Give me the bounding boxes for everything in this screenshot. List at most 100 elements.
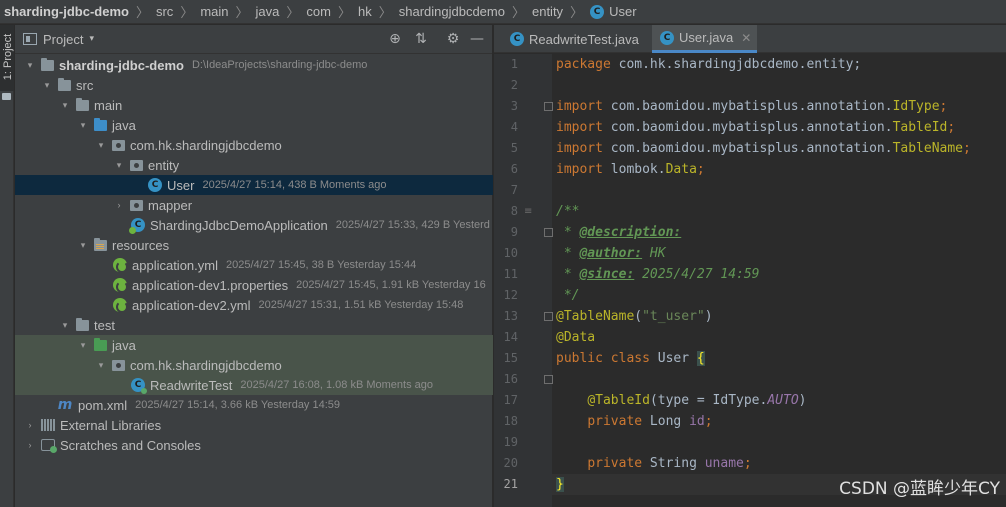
- chevron-right-icon[interactable]: ›: [114, 200, 124, 210]
- breadcrumb-separator: 〉: [378, 6, 392, 21]
- chevron-down-icon[interactable]: ▾: [25, 60, 35, 71]
- code-text: com.baomidou.mybatisplus.annotation.: [602, 141, 893, 156]
- tree-item-java-main[interactable]: ▾ java: [15, 115, 493, 135]
- chevron-down-icon[interactable]: ▾: [89, 34, 94, 44]
- scratches-icon: [41, 439, 57, 453]
- hide-panel-icon[interactable]: —: [469, 31, 485, 47]
- breadcrumb-separator: 〉: [286, 6, 300, 21]
- annotation: @TableId: [587, 393, 650, 408]
- tree-item-project-root[interactable]: ▾ sharding-jdbc-demo D:\IdeaProjects\sha…: [15, 55, 493, 75]
- gear-icon[interactable]: ⚙: [445, 31, 461, 47]
- code-text: (: [634, 309, 643, 324]
- close-icon[interactable]: ✕: [741, 31, 751, 45]
- tree-item-scratches[interactable]: › Scratches and Consoles: [15, 435, 493, 455]
- breadcrumb-java[interactable]: java: [256, 4, 280, 19]
- maven-icon: m: [57, 397, 73, 413]
- tree-item-test[interactable]: ▾ test: [15, 315, 493, 335]
- tree-item-meta: 2025/4/27 15:33, 429 B Yesterd: [335, 219, 490, 231]
- breadcrumb-main[interactable]: main: [200, 4, 228, 19]
- chevron-down-icon[interactable]: ▾: [60, 320, 70, 331]
- code-text: com.baomidou.mybatisplus.annotation.: [602, 120, 893, 135]
- tree-item-entity[interactable]: ▾ entity: [15, 155, 493, 175]
- locate-icon[interactable]: ⊕: [387, 31, 403, 47]
- chevron-down-icon[interactable]: ▾: [96, 360, 106, 371]
- code-area[interactable]: package com.hk.shardingjdbcdemo.entity; …: [552, 54, 1006, 507]
- chevron-down-icon[interactable]: ▾: [78, 120, 88, 131]
- tree-item-application-yml[interactable]: application.yml 2025/4/27 15:45, 38 B Ye…: [15, 255, 493, 275]
- source-folder-icon: [94, 117, 107, 131]
- breadcrumb-shardingjdbcdemo[interactable]: shardingjdbcdemo: [399, 4, 505, 19]
- tree-item-user[interactable]: C User 2025/4/27 15:14, 438 B Moments ag…: [15, 175, 493, 195]
- project-panel: Project ▾ ⊕ ⇅ ⚙ — ▾ sharding-jdbc-demo D…: [15, 25, 493, 507]
- line-number: 2: [510, 78, 518, 92]
- tree-item-java-test[interactable]: ▾ java: [15, 335, 493, 355]
- tab-user[interactable]: C User.java ✕: [652, 25, 758, 53]
- chevron-down-icon[interactable]: ▾: [60, 100, 70, 111]
- tree-item-label: main: [94, 97, 123, 113]
- breadcrumb-separator: 〉: [180, 6, 194, 21]
- code-text: ;: [696, 162, 705, 177]
- line-number: 6: [510, 162, 518, 176]
- tree-item-resources[interactable]: ▾ resources: [15, 235, 493, 255]
- tree-item-src[interactable]: ▾ src: [15, 75, 493, 95]
- class-ref: IdType: [892, 99, 940, 114]
- tree-item-application-dev2[interactable]: application-dev2.yml 2025/4/27 15:31, 1.…: [15, 295, 493, 315]
- chevron-down-icon[interactable]: ▾: [114, 160, 124, 171]
- breadcrumb-entity[interactable]: entity: [532, 4, 563, 19]
- code-text: Long: [642, 414, 690, 429]
- annotation: @TableName: [556, 309, 635, 324]
- line-number: 16: [503, 372, 518, 386]
- project-tool-button[interactable]: 1: Project: [0, 25, 14, 91]
- keyword: public class: [556, 351, 650, 366]
- tree-item-external-libraries[interactable]: › External Libraries: [15, 415, 493, 435]
- tree-item-package-test[interactable]: ▾ com.hk.shardingjdbcdemo: [15, 355, 493, 375]
- line-number: 21: [503, 477, 518, 491]
- code-line: * @since: 2025/4/27 14:59: [552, 264, 1006, 285]
- project-view-selector[interactable]: Project: [43, 32, 83, 47]
- chevron-right-icon[interactable]: ›: [25, 440, 35, 450]
- tree-item-package-main[interactable]: ▾ com.hk.shardingjdbcdemo: [15, 135, 493, 155]
- chevron-down-icon[interactable]: ▾: [78, 340, 88, 351]
- tree-item-mapper[interactable]: › mapper: [15, 195, 493, 215]
- brace: }: [556, 477, 564, 492]
- breadcrumb-src[interactable]: src: [156, 4, 173, 19]
- code-text: ;: [743, 456, 752, 471]
- code-text: User: [649, 351, 697, 366]
- chevron-down-icon[interactable]: ▾: [42, 80, 52, 91]
- tree-item-label: External Libraries: [60, 417, 162, 433]
- chevron-right-icon[interactable]: ›: [25, 420, 35, 430]
- code-line: * @description:: [552, 222, 1006, 243]
- breadcrumb-project[interactable]: sharding-jdbc-demo: [4, 4, 129, 19]
- annotation: @Data: [556, 330, 596, 345]
- tree-item-label: com.hk.shardingjdbcdemo: [130, 357, 282, 373]
- collapse-all-icon[interactable]: ⇅: [413, 31, 429, 47]
- tree-item-label: ReadwriteTest: [150, 377, 233, 393]
- breadcrumb-separator: 〉: [337, 6, 351, 21]
- tree-item-main[interactable]: ▾ main: [15, 95, 493, 115]
- tab-readwritetest[interactable]: C ReadwriteTest.java: [502, 25, 645, 53]
- package-icon: [130, 199, 143, 211]
- tree-item-application-class[interactable]: C ShardingJdbcDemoApplication 2025/4/27 …: [15, 215, 493, 235]
- tree-item-label: User: [167, 177, 195, 193]
- chevron-down-icon[interactable]: ▾: [96, 140, 106, 151]
- tree-item-label: application-dev1.properties: [132, 277, 289, 293]
- doc-render-icon[interactable]: ≡: [524, 206, 532, 217]
- tree-item-readwrite-test[interactable]: C ReadwriteTest 2025/4/27 16:08, 1.08 kB…: [15, 375, 493, 395]
- code-text: ;: [939, 99, 948, 114]
- tree-item-meta: 2025/4/27 15:31, 1.51 kB Yesterday 15:48: [258, 299, 464, 311]
- resources-folder-icon: [94, 237, 107, 251]
- code-line: package com.hk.shardingjdbcdemo.entity;: [552, 54, 1006, 75]
- tree-item-pom[interactable]: m pom.xml 2025/4/27 15:14, 3.66 kB Yeste…: [15, 395, 493, 415]
- doc-comment: *: [556, 246, 580, 261]
- class-ref: TableId: [892, 120, 948, 135]
- tree-item-label: mapper: [148, 197, 193, 213]
- tree-item-application-dev1[interactable]: application-dev1.properties 2025/4/27 15…: [15, 275, 493, 295]
- keyword: import: [556, 99, 603, 114]
- tree-item-meta: 2025/4/27 15:14, 3.66 kB Yesterday 14:59: [135, 399, 341, 411]
- doc-comment: *: [556, 225, 580, 240]
- breadcrumb-hk[interactable]: hk: [358, 4, 372, 19]
- chevron-down-icon[interactable]: ▾: [78, 240, 88, 251]
- line-number: 11: [503, 267, 518, 281]
- breadcrumb-com[interactable]: com: [306, 4, 331, 19]
- breadcrumb-user[interactable]: C User: [590, 4, 637, 19]
